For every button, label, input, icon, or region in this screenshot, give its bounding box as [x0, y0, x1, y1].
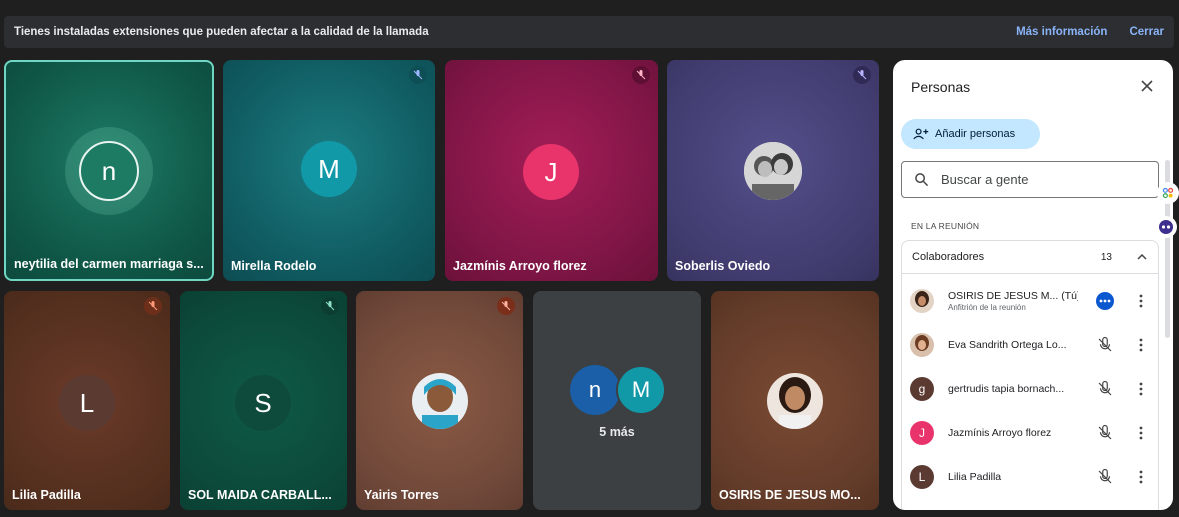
participant-photo	[910, 289, 934, 313]
participant-tile-3[interactable]: J Jazmínis Arroyo florez	[445, 60, 658, 281]
avatar-letter: M	[318, 153, 340, 184]
avatar-initial: M	[616, 365, 666, 415]
avatar-initial: J	[910, 421, 934, 445]
participant-photo	[412, 373, 468, 429]
chevron-up-icon	[1137, 253, 1147, 260]
close-panel-button[interactable]	[1137, 76, 1157, 96]
participant-name: Eva Sandrith Ortega Lo...	[948, 339, 1067, 351]
more-options-icon[interactable]	[1136, 425, 1146, 441]
panel-title: Personas	[911, 79, 971, 95]
avatar-letter: n	[101, 155, 117, 186]
participant-tile-7[interactable]: Yairis Torres	[356, 291, 523, 510]
more-options-icon[interactable]	[1136, 381, 1146, 397]
avatar-letter: J	[919, 426, 925, 440]
muted-mic-icon	[1098, 468, 1112, 484]
participant-tile-4[interactable]: Soberlis Oviedo	[667, 60, 879, 281]
avatar-letter: L	[79, 387, 95, 418]
participant-name: Jazmínis Arroyo florez	[453, 259, 587, 273]
more-info-link[interactable]: Más información	[1016, 26, 1107, 38]
participant-row[interactable]: J Jazmínis Arroyo florez	[910, 413, 1160, 453]
participant-photo	[744, 142, 802, 200]
group-count: 13	[1100, 251, 1112, 263]
muted-mic-icon	[1098, 336, 1112, 352]
group-label: Colaboradores	[912, 251, 985, 263]
participant-photo	[767, 373, 823, 429]
avatar-initial: S	[235, 375, 291, 431]
participant-name: Lilia Padilla	[12, 488, 81, 502]
meet-window: Tienes instaladas extensiones que pueden…	[0, 0, 1179, 517]
participant-tile-9[interactable]: OSIRIS DE JESUS MO...	[711, 291, 879, 510]
participant-row[interactable]: L Lilia Padilla	[910, 457, 1160, 497]
add-people-button[interactable]: Añadir personas	[901, 119, 1040, 149]
muted-mic-icon	[632, 66, 650, 84]
more-options-icon[interactable]	[1136, 293, 1146, 309]
avatar-initial: g	[910, 377, 934, 401]
search-input[interactable]	[941, 172, 1141, 187]
extension-apps-icon[interactable]	[1157, 182, 1179, 204]
add-people-label: Añadir personas	[935, 128, 1016, 140]
avatar-initial: J	[523, 144, 579, 200]
avatar-initial: M	[301, 141, 357, 197]
participant-tile-1[interactable]: n neytilia del carmen marriaga s...	[4, 60, 214, 281]
extensions-warning-banner: Tienes instaladas extensiones que pueden…	[4, 16, 1174, 48]
avatar-initial: L	[59, 375, 115, 431]
participant-name: Jazmínis Arroyo florez	[948, 427, 1052, 439]
muted-mic-icon	[409, 66, 427, 84]
participant-name: SOL MAIDA CARBALL...	[188, 488, 332, 502]
avatar-letter: g	[918, 382, 926, 396]
more-participants-tile[interactable]: n M 5 más	[533, 291, 701, 510]
extension-bot-icon[interactable]	[1155, 216, 1177, 238]
participant-name: Soberlis Oviedo	[675, 259, 771, 273]
participant-tile-2[interactable]: M Mirella Rodelo	[223, 60, 435, 281]
more-count-label: 5 más	[599, 425, 635, 439]
add-person-icon	[913, 128, 929, 140]
people-search-box[interactable]	[901, 161, 1159, 198]
avatar-initial: n	[570, 365, 620, 415]
people-panel: Personas Añadir personas EN LA REUNIÓN C…	[893, 60, 1173, 510]
participant-name: neytilia del carmen marriaga s...	[14, 257, 204, 271]
participant-row[interactable]: g gertrudis tapia bornach...	[910, 369, 1160, 409]
avatar-letter: L	[918, 470, 926, 484]
participant-tile-5[interactable]: L Lilia Padilla	[4, 291, 170, 510]
participant-photo	[910, 333, 934, 357]
participant-row[interactable]: Eva Sandrith Ortega Lo...	[910, 325, 1160, 365]
more-options-icon[interactable]	[1136, 469, 1146, 485]
more-icon[interactable]	[1096, 292, 1114, 310]
in-meeting-section-label: EN LA REUNIÓN	[911, 221, 980, 231]
collaborators-group: Colaboradores 13 OSIRIS DE JESUS M... (T…	[901, 240, 1159, 510]
avatar-initial: L	[910, 465, 934, 489]
muted-mic-icon	[1098, 380, 1112, 396]
avatar-letter: S	[254, 387, 272, 418]
participant-role: Anfitrión de la reunión	[948, 303, 1026, 312]
more-options-icon[interactable]	[1136, 337, 1146, 353]
search-icon	[915, 173, 929, 187]
muted-mic-icon	[497, 297, 515, 315]
participant-row[interactable]: OSIRIS DE JESUS M... (Tú) Anfitrión de l…	[910, 281, 1160, 321]
avatar-initial: n	[79, 141, 139, 201]
participant-name: Yairis Torres	[364, 488, 439, 502]
avatar-letter: M	[631, 377, 651, 402]
close-icon	[1141, 80, 1153, 92]
participant-name: Mirella Rodelo	[231, 259, 317, 273]
collaborators-header[interactable]: Colaboradores 13	[902, 241, 1158, 274]
banner-close-link[interactable]: Cerrar	[1129, 26, 1164, 38]
avatar-letter: n	[588, 377, 602, 402]
participant-name: OSIRIS DE JESUS MO...	[719, 488, 861, 502]
participant-tile-6[interactable]: S SOL MAIDA CARBALL...	[180, 291, 347, 510]
participant-name: gertrudis tapia bornach...	[948, 383, 1065, 395]
muted-mic-icon	[144, 297, 162, 315]
muted-mic-icon	[853, 66, 871, 84]
muted-mic-icon	[321, 297, 339, 315]
banner-message: Tienes instaladas extensiones que pueden…	[14, 26, 429, 38]
participant-name: OSIRIS DE JESUS M... (Tú)	[948, 290, 1078, 302]
participant-name: Lilia Padilla	[948, 471, 1002, 483]
avatar-letter: J	[544, 156, 558, 187]
muted-mic-icon	[1098, 424, 1112, 440]
